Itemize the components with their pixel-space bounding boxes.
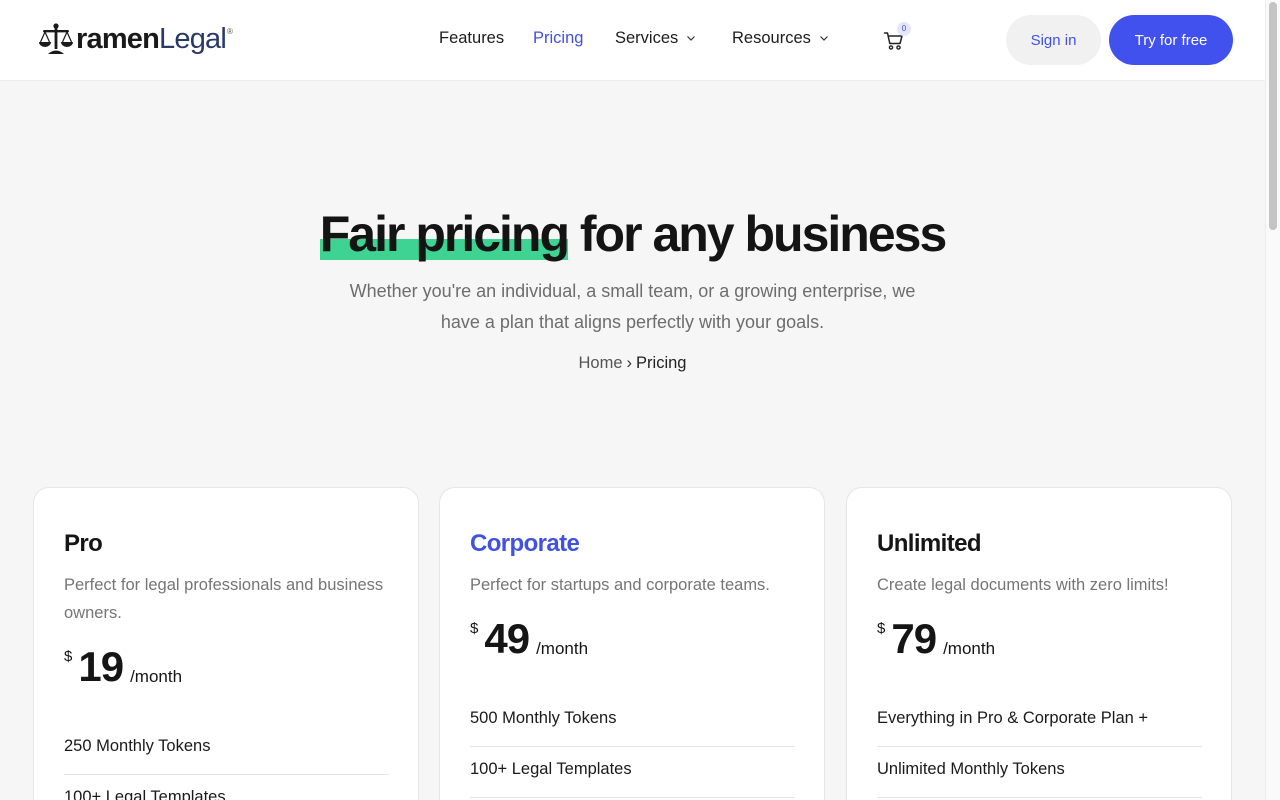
brand-wordmark: ramenLegal®	[76, 22, 233, 55]
plan-price: $ 49 /month	[470, 614, 588, 660]
chevron-down-icon	[687, 35, 696, 41]
scrollbar-thumb[interactable]	[1269, 2, 1277, 230]
plan-price: $ 19 /month	[64, 642, 182, 688]
plan-card-pro: Pro Perfect for legal professionals and …	[33, 487, 419, 800]
scales-of-justice-icon	[39, 23, 73, 54]
brand-name-light: Legal	[159, 22, 227, 55]
plan-feature-list: Everything in Pro & Corporate Plan + Unl…	[877, 696, 1202, 798]
plan-feature: Everything in Pro & Corporate Plan +	[877, 696, 1202, 747]
plan-description: Create legal documents with zero limits!	[877, 576, 1169, 594]
plan-card-unlimited: Unlimited Create legal documents with ze…	[846, 487, 1232, 800]
price-period: /month	[943, 639, 996, 658]
plan-feature-list: 250 Monthly Tokens 100+ Legal Templates	[64, 724, 389, 800]
nav-services[interactable]: Services	[615, 29, 696, 48]
nav-pricing-label: Pricing	[533, 29, 584, 47]
plan-feature: 500 Monthly Tokens	[470, 696, 795, 747]
price-period: /month	[536, 639, 589, 658]
plan-feature: 100+ Legal Templates	[64, 775, 389, 800]
nav-resources-label: Resources	[732, 29, 811, 47]
plan-description: Perfect for startups and corporate teams…	[470, 576, 770, 594]
sign-in-button[interactable]: Sign in	[1006, 15, 1101, 65]
breadcrumb-current: Pricing	[636, 354, 687, 372]
nav-features[interactable]: Features	[439, 29, 504, 48]
breadcrumb: Home › Pricing	[0, 354, 1265, 373]
price-currency: $	[470, 620, 479, 637]
plan-feature: 250 Monthly Tokens	[64, 724, 389, 775]
price-period: /month	[130, 667, 183, 686]
plan-card-corporate: Corporate Perfect for startups and corpo…	[439, 487, 825, 800]
plan-feature: Unlimited Monthly Tokens	[877, 747, 1202, 798]
chevron-down-icon	[819, 35, 828, 41]
try-for-free-button[interactable]: Try for free	[1109, 15, 1233, 65]
nav-services-label: Services	[615, 29, 679, 47]
page-subtitle: Whether you're an individual, a small te…	[349, 281, 916, 332]
price-amount: 79	[891, 615, 937, 662]
page-scrollbar[interactable]	[1265, 0, 1280, 800]
nav-pricing[interactable]: Pricing	[533, 29, 583, 48]
plan-feature-list: 500 Monthly Tokens 100+ Legal Templates	[470, 696, 795, 798]
price-currency: $	[877, 620, 886, 637]
nav-features-label: Features	[439, 29, 505, 47]
price-amount: 19	[78, 643, 124, 690]
plan-description: Perfect for legal professionals and busi…	[64, 576, 384, 622]
price-currency: $	[64, 648, 73, 665]
brand-name-bold: ramen	[76, 22, 160, 55]
title-rest: for any business	[568, 206, 947, 262]
plan-feature: 100+ Legal Templates	[470, 747, 795, 798]
page-title: Fair pricing for any business	[0, 205, 1265, 263]
title-highlight: Fair pricing	[319, 206, 570, 262]
plan-name: Pro	[64, 530, 103, 557]
cart-count-badge: 0	[897, 22, 911, 36]
nav-resources[interactable]: Resources	[732, 29, 829, 48]
site-header: ramenLegal® Features Pricing Services Re…	[0, 0, 1265, 81]
brand-logo[interactable]: ramenLegal®	[38, 22, 233, 56]
plan-price: $ 79 /month	[877, 614, 995, 660]
breadcrumb-home-link[interactable]: Home	[579, 354, 623, 372]
price-amount: 49	[484, 615, 530, 662]
plan-name: Corporate	[470, 530, 580, 557]
registered-mark: ®	[227, 26, 233, 36]
plan-name: Unlimited	[877, 530, 982, 557]
breadcrumb-separator: ›	[626, 354, 633, 372]
